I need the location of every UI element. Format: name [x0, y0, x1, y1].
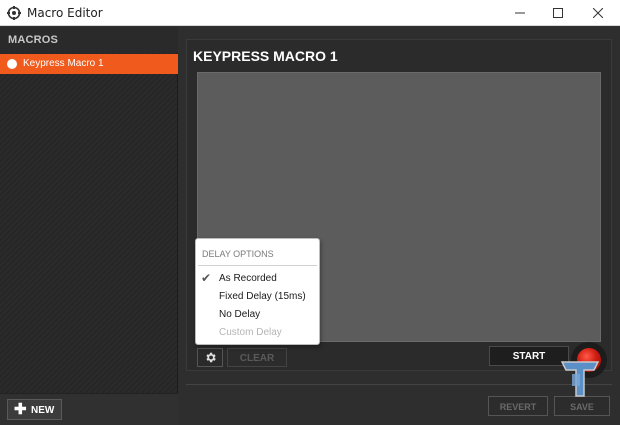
menu-item-label: No Delay [219, 309, 261, 320]
sidebar-header: MACROS [0, 27, 178, 53]
minimize-icon [515, 12, 525, 14]
plus-icon: ✚ [14, 401, 27, 418]
main-area: KEYPRESS MACRO 1 CLEAR START REVERT SAVE [178, 27, 620, 425]
save-button-label: SAVE [570, 402, 594, 412]
menu-item-label: Fixed Delay (15ms) [219, 291, 306, 302]
watermark-logo-icon [560, 361, 600, 397]
window-title: Macro Editor [27, 6, 103, 20]
macro-sidebar: MACROS Keypress Macro 1 [0, 27, 178, 393]
close-icon [593, 8, 603, 18]
start-button-label: START [512, 351, 546, 362]
minimize-button[interactable] [500, 0, 540, 26]
maximize-icon [553, 8, 563, 18]
menu-item-label: Custom Delay [219, 327, 282, 338]
revert-button[interactable]: REVERT [488, 396, 548, 416]
menu-item-as-recorded[interactable]: ✔ As Recorded [196, 271, 319, 288]
close-button[interactable] [578, 0, 618, 26]
macro-item-label: Keypress Macro 1 [23, 58, 104, 69]
footer-divider [186, 384, 612, 385]
steelseries-logo-icon [7, 6, 21, 20]
settings-button[interactable] [197, 348, 223, 367]
sidebar-footer: ✚ NEW [0, 393, 178, 425]
gear-icon [205, 352, 216, 363]
clear-button-label: CLEAR [239, 353, 275, 364]
new-button-label: NEW [31, 405, 55, 416]
clear-button[interactable]: CLEAR [227, 348, 287, 367]
menu-item-fixed-delay[interactable]: Fixed Delay (15ms) [196, 289, 319, 306]
menu-item-no-delay[interactable]: No Delay [196, 307, 319, 324]
start-button[interactable]: START [489, 346, 569, 366]
macro-title: KEYPRESS MACRO 1 [193, 48, 338, 64]
menu-item-custom-delay: Custom Delay [196, 325, 319, 342]
sidebar-title: MACROS [8, 34, 59, 46]
title-bar: Macro Editor [0, 0, 620, 26]
revert-button-label: REVERT [499, 402, 537, 412]
menu-item-label: As Recorded [219, 273, 277, 284]
delay-options-menu: DELAY OPTIONS ✔ As Recorded Fixed Delay … [195, 238, 320, 345]
delay-options-header: DELAY OPTIONS [202, 249, 274, 259]
menu-separator [198, 265, 317, 266]
macro-status-dot-icon [7, 59, 17, 69]
maximize-button[interactable] [538, 0, 578, 26]
checkmark-icon: ✔ [201, 271, 212, 285]
macro-list-item[interactable]: Keypress Macro 1 [0, 54, 178, 74]
new-macro-button[interactable]: ✚ NEW [7, 399, 62, 420]
